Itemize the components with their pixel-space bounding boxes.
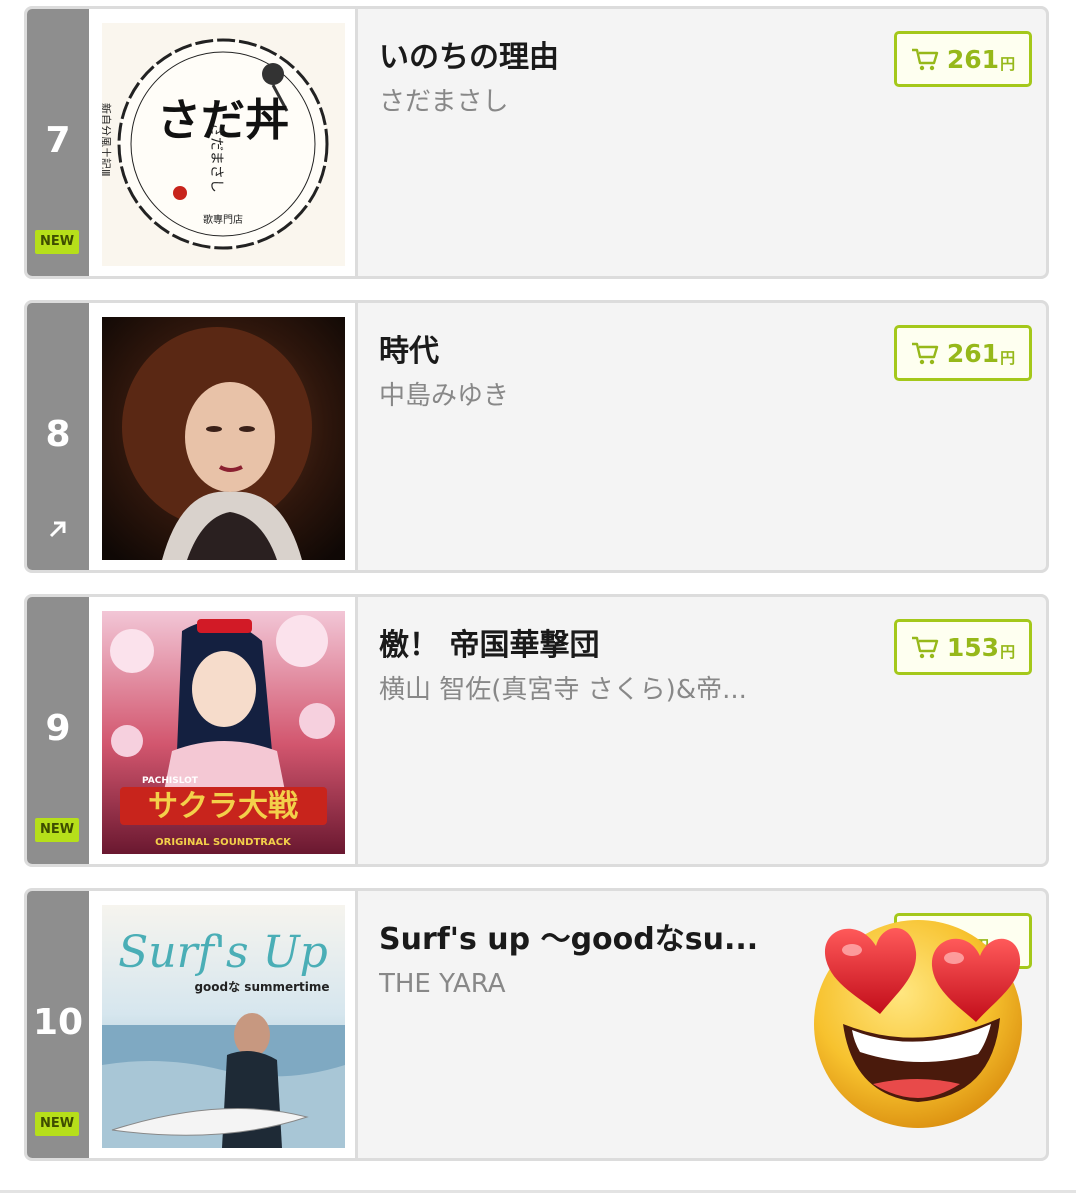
rank-column: 9 NEW xyxy=(27,597,89,864)
track-info: 檄！ 帝国華撃団 横山 智佐(真宮寺 さくら)&帝... xyxy=(379,627,799,707)
jacket-sub-text: goodな summertime xyxy=(194,980,329,994)
album-jacket-image[interactable]: さだ丼 歌專門店 さだまさし 新自分風土記Ⅲ xyxy=(102,23,345,266)
ranking-item-8[interactable]: 8 時代 中島みゆき 261 円 xyxy=(24,300,1049,573)
album-jacket-image[interactable]: Surf's Up goodな summertime xyxy=(102,905,345,1148)
price-currency: 円 xyxy=(1000,348,1016,367)
rank-column: 8 xyxy=(27,303,89,570)
price-value: 261 xyxy=(946,44,1000,74)
jacket-top-text: PACHISLOT xyxy=(142,776,199,786)
price-currency: 円 xyxy=(1000,54,1016,73)
list-bottom-divider xyxy=(0,1190,1076,1193)
jacket-main-text: Surf's Up xyxy=(118,927,328,978)
jacket-band-text: ORIGINAL SOUNDTRACK xyxy=(155,837,292,848)
jacket-shop-text: 歌專門店 xyxy=(203,213,243,226)
price-value: 153 xyxy=(946,632,1000,662)
rank-number: 10 xyxy=(32,1002,84,1043)
album-jacket-image[interactable] xyxy=(102,317,345,560)
buy-button[interactable]: 153 円 xyxy=(894,619,1032,675)
heart-eyes-emoji-icon xyxy=(814,920,1022,1128)
ranking-item-7[interactable]: 7 NEW さだ丼 歌專門店 さだまさし 新自分風土記Ⅲ いのちの理由 さだまさ… xyxy=(24,6,1049,279)
jacket-area: さだ丼 歌專門店 さだまさし 新自分風土記Ⅲ xyxy=(89,9,358,276)
new-badge: NEW xyxy=(35,818,79,842)
jacket-sub-text: 新自分風土記Ⅲ xyxy=(102,103,113,177)
jacket-area xyxy=(89,303,358,570)
cart-icon xyxy=(911,48,939,71)
artist-name[interactable]: 横山 智佐(真宮寺 さくら)&帝... xyxy=(379,673,799,707)
rank-column: 10 NEW xyxy=(27,891,89,1158)
price-value: 261 xyxy=(946,338,1000,368)
artist-name[interactable]: 中島みゆき xyxy=(379,379,799,413)
jacket-side-text: さだまさし xyxy=(208,123,224,193)
track-title[interactable]: Surf's up ～goodなsu... xyxy=(379,921,799,959)
jacket-main-text: サクラ大戦 xyxy=(148,789,298,824)
buy-button[interactable]: 261 円 xyxy=(894,325,1032,381)
track-info: Surf's up ～goodなsu... THE YARA xyxy=(379,921,799,1001)
new-badge: NEW xyxy=(35,230,79,254)
rank-number: 8 xyxy=(45,414,71,455)
cart-icon xyxy=(911,342,939,365)
track-info: いのちの理由 さだまさし xyxy=(379,39,799,119)
new-badge: NEW xyxy=(35,1112,79,1136)
rank-column: 7 NEW xyxy=(27,9,89,276)
ranking-item-9[interactable]: 9 NEW サクラ大戦 PACHISLOT ORIGINAL SOUNDTRAC… xyxy=(24,594,1049,867)
cart-icon xyxy=(911,636,939,659)
track-info: 時代 中島みゆき xyxy=(379,333,799,413)
jacket-area: サクラ大戦 PACHISLOT ORIGINAL SOUNDTRACK xyxy=(89,597,358,864)
artist-name[interactable]: さだまさし xyxy=(379,85,799,119)
track-title[interactable]: 檄！ 帝国華撃団 xyxy=(379,627,799,665)
jacket-area: Surf's Up goodな summertime xyxy=(89,891,358,1158)
album-jacket-image[interactable]: サクラ大戦 PACHISLOT ORIGINAL SOUNDTRACK xyxy=(102,611,345,854)
up-arrow-icon xyxy=(49,521,66,538)
buy-button[interactable]: 261 円 xyxy=(894,31,1032,87)
price-currency: 円 xyxy=(1000,642,1016,661)
artist-name[interactable]: THE YARA xyxy=(379,967,799,1001)
rank-number: 9 xyxy=(45,708,71,749)
rank-number: 7 xyxy=(45,120,71,161)
track-title[interactable]: いのちの理由 xyxy=(379,39,799,77)
track-title[interactable]: 時代 xyxy=(379,333,799,371)
